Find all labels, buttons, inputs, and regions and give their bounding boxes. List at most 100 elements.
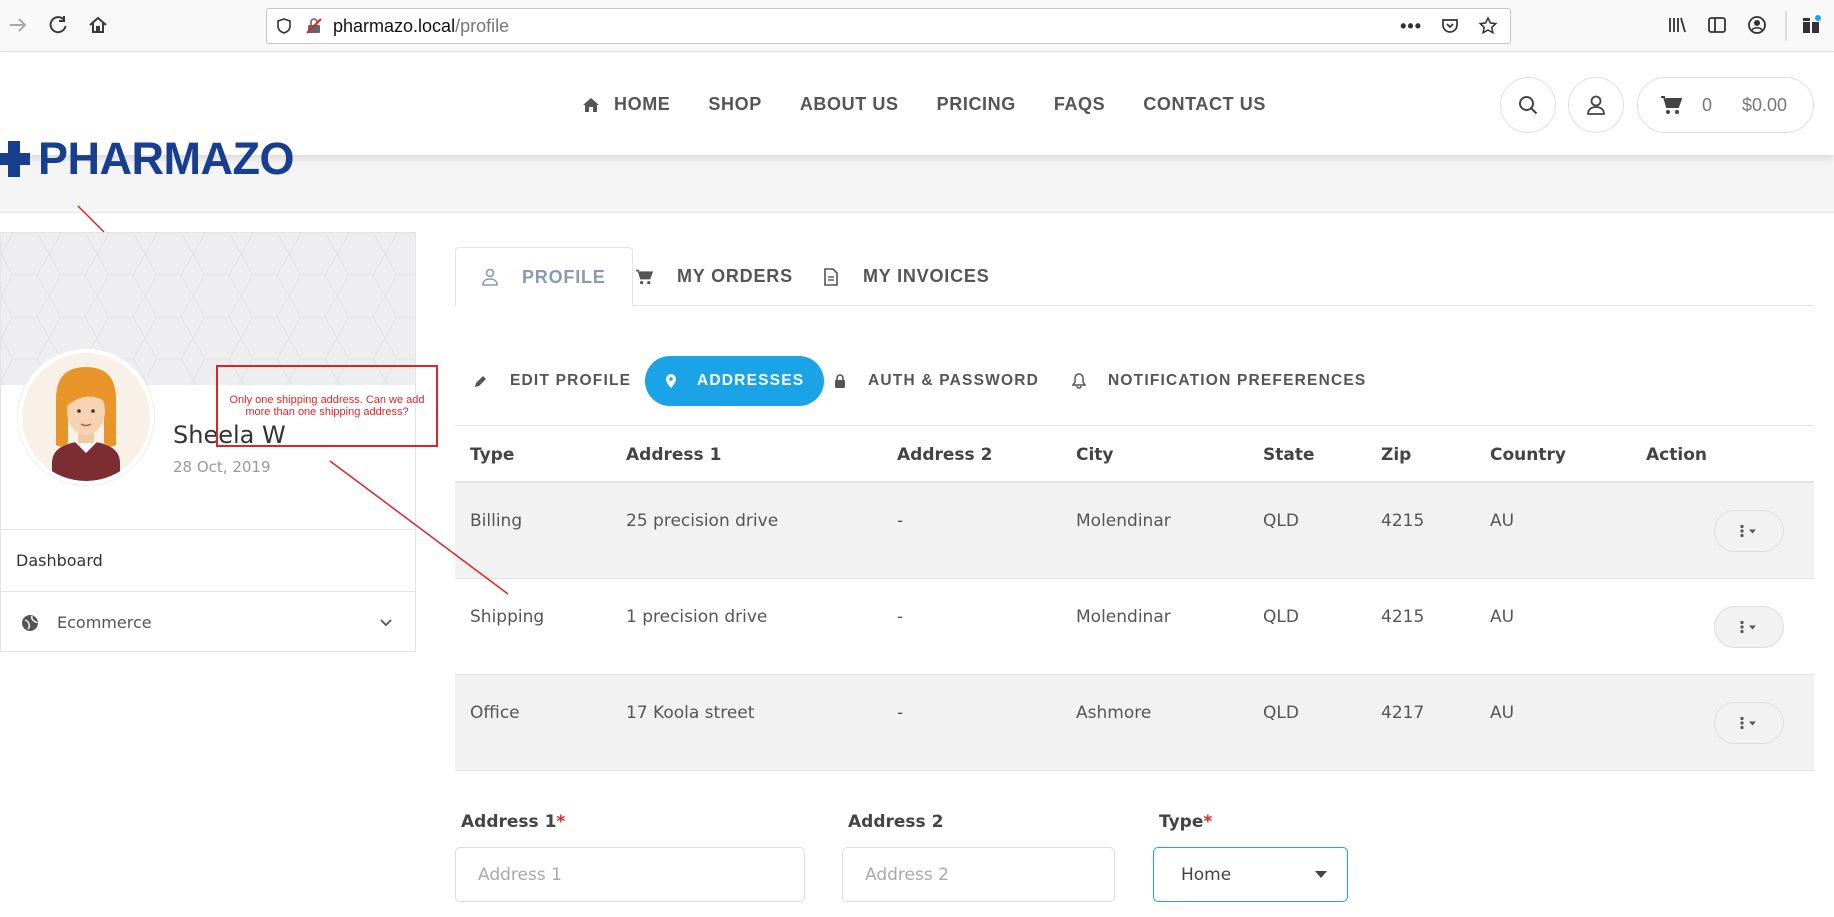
user-join-date: 28 Oct, 2019 xyxy=(173,458,271,476)
kebab-menu-icon xyxy=(1738,524,1760,538)
col-address2: Address 2 xyxy=(897,445,993,465)
cell-type: Shipping xyxy=(470,607,545,627)
account-icon[interactable] xyxy=(1744,12,1770,38)
nav-contact-us[interactable]: CONTACT US xyxy=(1143,94,1266,115)
tab-profile-label: PROFILE xyxy=(522,266,606,287)
insecure-lock-icon[interactable] xyxy=(305,17,323,35)
nav-shop[interactable]: SHOP xyxy=(708,94,761,115)
toolbar-divider xyxy=(1785,11,1787,41)
table-row: Billing 25 precision drive - Molendinar … xyxy=(455,483,1814,579)
tab-my-invoices[interactable]: MY INVOICES xyxy=(823,247,990,306)
sidebar-item-ecommerce[interactable]: Ecommerce xyxy=(1,591,415,653)
tab-my-invoices-label: MY INVOICES xyxy=(863,266,990,286)
cell-address1: 17 Koola street xyxy=(626,703,755,723)
sidebar-item-dashboard[interactable]: Dashboard xyxy=(1,529,415,591)
logo-text: PHARMAZO xyxy=(38,133,294,184)
user-icon xyxy=(1585,94,1607,116)
cart-icon xyxy=(635,269,665,285)
address2-placeholder: Address 2 xyxy=(865,864,949,885)
cart-button[interactable]: 0 $0.00 xyxy=(1637,77,1814,133)
home-icon xyxy=(582,97,607,113)
cell-type: Office xyxy=(470,703,520,723)
caret-down-icon xyxy=(1315,870,1327,879)
extensions-icon[interactable] xyxy=(1798,12,1824,38)
subtab-edit-profile[interactable]: EDIT PROFILE xyxy=(474,356,631,406)
nav-about-label: ABOUT US xyxy=(799,94,899,114)
avatar[interactable] xyxy=(18,349,154,485)
row-actions-button[interactable] xyxy=(1714,702,1784,744)
cell-city: Molendinar xyxy=(1076,511,1171,531)
col-zip: Zip xyxy=(1381,445,1412,465)
kebab-menu-icon xyxy=(1738,716,1760,730)
addresses-table: Type Address 1 Address 2 City State Zip … xyxy=(455,425,1814,771)
cell-zip: 4217 xyxy=(1381,703,1425,723)
col-address1: Address 1 xyxy=(626,445,722,465)
cart-count: 0 xyxy=(1702,94,1713,115)
nav-faqs-label: FAQS xyxy=(1053,94,1106,114)
pharmazo-logo[interactable]: PHARMAZO xyxy=(0,133,294,184)
nav-faqs[interactable]: FAQS xyxy=(1054,94,1105,115)
cell-address2: - xyxy=(897,703,904,723)
row-actions-button[interactable] xyxy=(1714,510,1784,552)
url-path: /profile xyxy=(455,15,510,36)
subtab-edit-profile-label: EDIT PROFILE xyxy=(510,372,632,389)
type-label-text: Type xyxy=(1159,812,1204,832)
url-bar[interactable]: pharmazo.local/profile ••• xyxy=(266,8,1511,44)
pocket-icon[interactable] xyxy=(1440,16,1460,36)
row-actions-button[interactable] xyxy=(1714,606,1784,648)
cell-city: Molendinar xyxy=(1076,607,1171,627)
cell-zip: 4215 xyxy=(1381,607,1425,627)
shield-icon[interactable] xyxy=(275,17,293,35)
type-select[interactable]: Home xyxy=(1153,847,1348,902)
main-nav: HOME SHOP ABOUT US PRICING FAQS CONTACT … xyxy=(582,94,1304,115)
subtab-addresses-label: ADDRESSES xyxy=(697,372,805,389)
lock-icon xyxy=(834,373,856,389)
nav-home[interactable]: HOME xyxy=(582,94,670,115)
type-select-value: Home xyxy=(1181,864,1232,885)
col-city: City xyxy=(1076,445,1114,465)
nav-pricing[interactable]: PRICING xyxy=(937,94,1016,115)
user-account-button[interactable] xyxy=(1568,77,1624,133)
chevron-down-icon[interactable] xyxy=(379,618,393,628)
bell-icon xyxy=(1072,373,1096,389)
subtab-auth-password[interactable]: AUTH & PASSWORD xyxy=(834,356,1039,406)
sidebar-item-label: Dashboard xyxy=(16,551,103,570)
col-type: Type xyxy=(470,445,515,465)
cell-country: AU xyxy=(1490,607,1515,627)
nav-shop-label: SHOP xyxy=(708,94,762,114)
col-country: Country xyxy=(1490,445,1566,465)
cell-state: QLD xyxy=(1263,511,1299,531)
pencil-icon xyxy=(474,374,498,388)
bookmark-star-icon[interactable] xyxy=(1478,16,1498,36)
url-host: pharmazo.local xyxy=(333,15,456,36)
search-button[interactable] xyxy=(1500,77,1556,133)
cart-icon xyxy=(1660,95,1682,115)
cell-country: AU xyxy=(1490,703,1515,723)
nav-pricing-label: PRICING xyxy=(936,94,1016,114)
user-icon xyxy=(482,268,510,286)
required-mark: * xyxy=(1203,812,1213,832)
more-actions-icon[interactable]: ••• xyxy=(1400,16,1422,37)
sidebar-icon[interactable] xyxy=(1704,12,1730,38)
col-action: Action xyxy=(1646,445,1707,465)
address2-input[interactable]: Address 2 xyxy=(842,847,1115,902)
profile-tabs: PROFILE MY ORDERS MY INVOICES xyxy=(455,247,1814,307)
nav-contact-label: CONTACT US xyxy=(1143,94,1266,114)
subtab-addresses[interactable]: ADDRESSES xyxy=(645,356,825,406)
kebab-menu-icon xyxy=(1738,620,1760,634)
tab-my-orders[interactable]: MY ORDERS xyxy=(635,247,793,306)
subtab-notification-preferences[interactable]: NOTIFICATION PREFERENCES xyxy=(1072,356,1366,406)
library-icon[interactable] xyxy=(1664,12,1690,38)
back-arrow-icon[interactable] xyxy=(5,12,31,38)
cell-address1: 1 precision drive xyxy=(626,607,768,627)
nav-about-us[interactable]: ABOUT US xyxy=(800,94,899,115)
reload-icon[interactable] xyxy=(45,12,71,38)
url-text: pharmazo.local/profile xyxy=(333,16,509,37)
nav-home-label: HOME xyxy=(614,94,671,114)
tab-profile[interactable]: PROFILE xyxy=(455,247,633,307)
home-icon[interactable] xyxy=(85,12,111,38)
profile-subtabs: EDIT PROFILE ADDRESSES AUTH & PASSWORD N… xyxy=(455,356,1814,406)
address1-input[interactable]: Address 1 xyxy=(455,847,805,902)
subtab-notifications-label: NOTIFICATION PREFERENCES xyxy=(1108,372,1367,389)
address1-label: Address 1* xyxy=(461,812,565,832)
